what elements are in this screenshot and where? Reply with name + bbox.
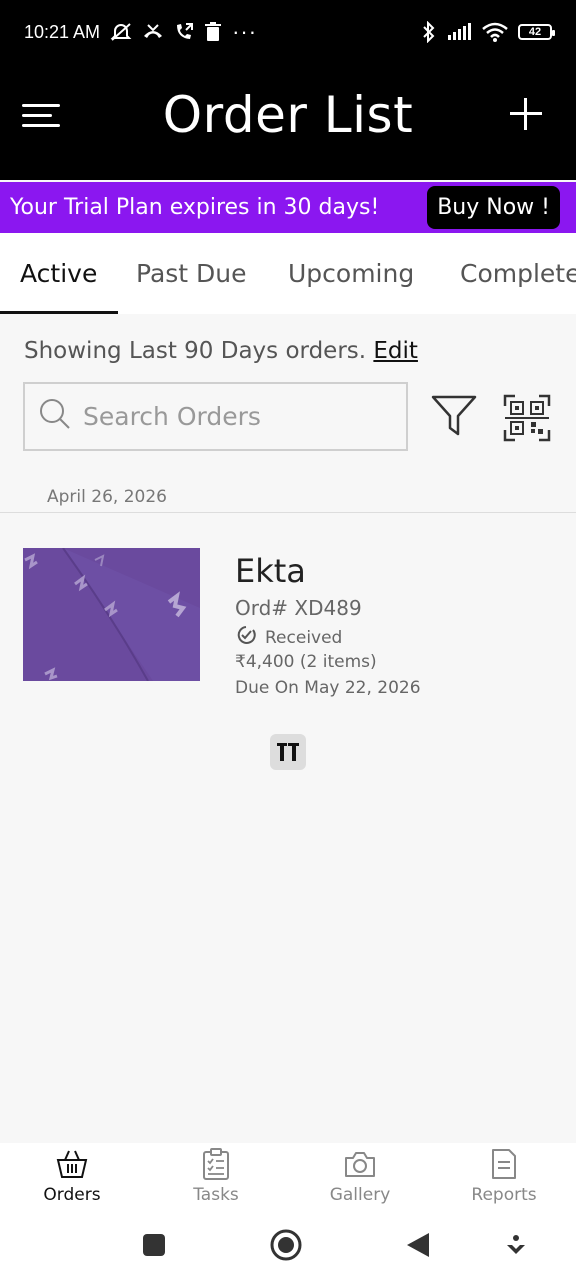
battery-icon: 42 bbox=[518, 24, 555, 40]
add-order-button[interactable] bbox=[510, 98, 542, 130]
battery-level: 42 bbox=[528, 26, 542, 38]
app-bar: Order List bbox=[0, 64, 576, 180]
search-icon bbox=[39, 398, 71, 435]
nav-tasks[interactable]: Tasks bbox=[144, 1143, 288, 1210]
order-number: Ord# XD489 bbox=[235, 596, 362, 620]
bottom-navigation: Orders Tasks Gallery Reports bbox=[0, 1143, 576, 1210]
missed-call-icon bbox=[142, 22, 164, 42]
bluetooth-icon bbox=[422, 21, 436, 43]
more-notifications-icon: ··· bbox=[232, 19, 258, 44]
assistant-icon[interactable] bbox=[499, 1228, 533, 1262]
status-bar: 10:21 AM ··· 42 bbox=[0, 0, 576, 64]
system-navigation-bar bbox=[0, 1210, 576, 1280]
date-range-info: Showing Last 90 Days orders. Edit bbox=[24, 338, 418, 364]
date-range-text: Showing Last 90 Days orders. bbox=[24, 338, 367, 364]
home-icon[interactable] bbox=[269, 1228, 303, 1262]
received-icon bbox=[235, 624, 257, 651]
recents-icon[interactable] bbox=[137, 1228, 171, 1262]
mute-alarm-icon bbox=[110, 22, 132, 42]
document-icon bbox=[487, 1147, 521, 1181]
buy-now-button[interactable]: Buy Now ! bbox=[427, 186, 560, 229]
nav-gallery-label: Gallery bbox=[329, 1185, 391, 1205]
status-time: 10:21 AM bbox=[24, 21, 101, 42]
trash-icon bbox=[204, 22, 222, 42]
search-box bbox=[23, 382, 408, 451]
nav-orders[interactable]: Orders bbox=[0, 1143, 144, 1210]
nav-reports-label: Reports bbox=[471, 1185, 537, 1205]
tab-completed[interactable]: Completed bbox=[460, 233, 576, 314]
clipboard-icon bbox=[199, 1147, 233, 1181]
filter-icon[interactable] bbox=[430, 392, 478, 440]
nav-gallery[interactable]: Gallery bbox=[288, 1143, 432, 1210]
edit-date-range-link[interactable]: Edit bbox=[373, 338, 418, 364]
signal-icon bbox=[446, 23, 472, 41]
tab-upcoming[interactable]: Upcoming bbox=[288, 233, 414, 314]
order-list-item[interactable]: Ekta Ord# XD489 Received ₹4,400 (2 items… bbox=[0, 530, 576, 710]
call-forward-icon bbox=[174, 22, 194, 42]
trial-banner: Your Trial Plan expires in 30 days! Buy … bbox=[0, 182, 576, 233]
tab-past-due[interactable]: Past Due bbox=[136, 233, 247, 314]
order-due-date: Due On May 22, 2026 bbox=[235, 678, 421, 698]
tab-active[interactable]: Active bbox=[20, 233, 97, 314]
nav-reports[interactable]: Reports bbox=[432, 1143, 576, 1210]
basket-icon bbox=[55, 1147, 89, 1181]
page-title: Order List bbox=[162, 86, 414, 144]
trial-banner-text: Your Trial Plan expires in 30 days! bbox=[10, 195, 380, 220]
order-amount: ₹4,400 (2 items) bbox=[235, 652, 377, 672]
tab-indicator bbox=[0, 311, 118, 314]
order-group-date: April 26, 2026 bbox=[47, 487, 167, 507]
order-status-label: Received bbox=[265, 627, 343, 648]
order-customer-name: Ekta bbox=[235, 552, 306, 590]
divider bbox=[0, 512, 576, 513]
qr-scan-icon[interactable] bbox=[503, 394, 551, 442]
order-thumbnail bbox=[23, 548, 200, 681]
order-status: Received bbox=[235, 624, 342, 651]
back-icon[interactable] bbox=[401, 1228, 435, 1262]
order-tabs: Active Past Due Upcoming Completed bbox=[0, 233, 576, 314]
search-input[interactable] bbox=[83, 402, 383, 431]
wifi-icon bbox=[482, 22, 508, 42]
nav-tasks-label: Tasks bbox=[193, 1185, 239, 1205]
app-logo-icon bbox=[270, 734, 306, 770]
nav-orders-label: Orders bbox=[43, 1185, 101, 1205]
camera-icon bbox=[343, 1147, 377, 1181]
